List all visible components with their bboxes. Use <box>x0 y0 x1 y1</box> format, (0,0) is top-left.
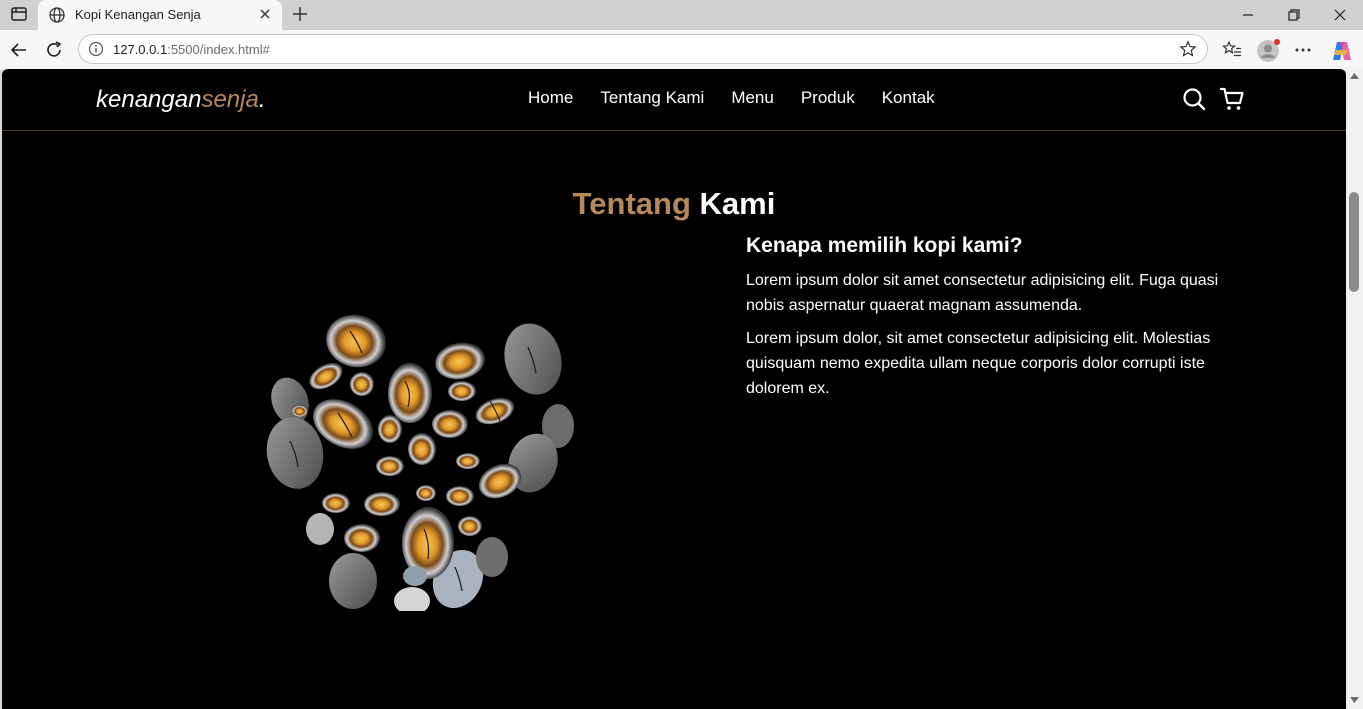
scroll-up-icon[interactable] <box>1350 73 1359 79</box>
minimize-icon[interactable] <box>1225 0 1271 30</box>
scrollbar-thumb[interactable] <box>1349 192 1359 292</box>
nav-link-kontak[interactable]: Kontak <box>882 88 935 108</box>
address-toolbar: 127.0.0.1:5500/index.html# <box>0 30 1363 70</box>
profile-icon[interactable] <box>1256 39 1280 62</box>
window-close-icon[interactable] <box>1317 0 1363 30</box>
title-rest: Kami <box>699 185 776 221</box>
url-path: :5500/index.html# <box>167 42 270 57</box>
tab-actions-icon[interactable] <box>10 5 28 23</box>
url-host: 127.0.0.1 <box>113 42 168 57</box>
star-icon[interactable] <box>1179 40 1197 58</box>
close-icon[interactable] <box>258 7 272 21</box>
nav-link-menu[interactable]: Menu <box>731 88 774 108</box>
site-navbar: kenangansenja. Home Tentang Kami Menu Pr… <box>2 69 1346 131</box>
nav-menu: Home Tentang Kami Menu Produk Kontak <box>528 88 935 108</box>
back-icon[interactable] <box>8 39 30 61</box>
cart-icon[interactable] <box>1219 86 1245 112</box>
nav-link-produk[interactable]: Produk <box>801 88 855 108</box>
tab-title: Kopi Kenangan Senja <box>75 7 201 22</box>
about-heading: Kenapa memilih kopi kami? <box>746 234 1023 257</box>
copilot-icon[interactable] <box>1330 39 1352 61</box>
coffee-heart-image <box>250 281 580 615</box>
nav-link-tentang-kami[interactable]: Tentang Kami <box>600 88 704 108</box>
url-text: 127.0.0.1:5500/index.html# <box>113 42 270 57</box>
restore-icon[interactable] <box>1271 0 1317 30</box>
about-content: Kenapa memilih kopi kami? Lorem ipsum do… <box>746 234 1224 409</box>
scroll-down-icon[interactable] <box>1350 697 1359 703</box>
logo-main: kenangan <box>96 86 202 113</box>
tab-strip: Kopi Kenangan Senja <box>0 0 1363 30</box>
site-logo[interactable]: kenangansenja. <box>96 86 265 114</box>
about-paragraph-2: Lorem ipsum dolor, sit amet consectetur … <box>746 330 1211 397</box>
reload-icon[interactable] <box>43 39 65 61</box>
address-bar[interactable]: 127.0.0.1:5500/index.html# <box>78 34 1208 64</box>
new-tab-icon[interactable] <box>290 4 310 24</box>
browser-tab[interactable]: Kopi Kenangan Senja <box>38 0 282 30</box>
about-paragraph-1: Lorem ipsum dolor sit amet consectetur a… <box>746 272 1219 314</box>
globe-icon <box>48 6 66 24</box>
favorites-icon[interactable] <box>1221 39 1243 61</box>
page-viewport: kenangansenja. Home Tentang Kami Menu Pr… <box>2 69 1346 709</box>
page-scrollbar[interactable] <box>1346 69 1363 709</box>
logo-accent: senja <box>201 86 259 113</box>
logo-dot: . <box>258 86 266 113</box>
nav-link-home[interactable]: Home <box>528 88 573 108</box>
info-icon[interactable] <box>88 41 104 57</box>
section-title: Tentang Kami <box>2 186 1346 222</box>
title-accent: Tentang <box>572 185 691 221</box>
search-icon[interactable] <box>1181 86 1207 112</box>
more-icon[interactable] <box>1292 39 1314 61</box>
